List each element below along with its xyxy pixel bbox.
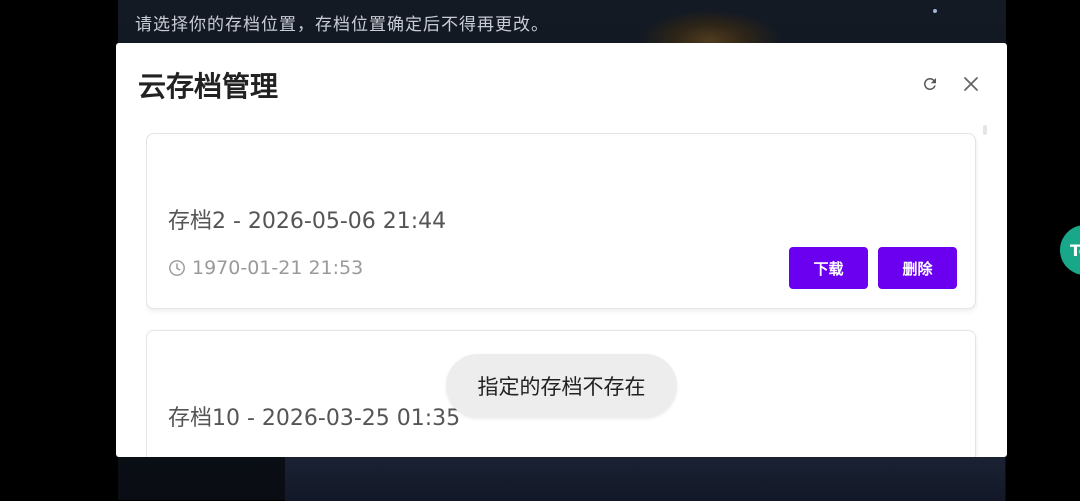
side-floating-widget[interactable]: Tc <box>1060 225 1080 275</box>
refresh-icon[interactable] <box>917 71 943 97</box>
save-time: 1970-01-21 21:53 <box>168 257 363 279</box>
save-title: 存档10 - 2026-03-25 01:35 <box>168 406 461 431</box>
background-bottom-panel <box>285 455 1005 501</box>
save-time-label: 1970-01-21 21:53 <box>192 257 364 279</box>
clock-icon <box>169 260 185 276</box>
download-button[interactable]: 下载 <box>789 247 868 289</box>
close-icon[interactable] <box>958 71 984 97</box>
save-card: 存档2 - 2026-05-06 21:44 1970-01-21 21:53 … <box>146 133 976 309</box>
save-title: 存档2 - 2026-05-06 21:44 <box>168 209 447 234</box>
list-scrollbar[interactable] <box>983 125 987 135</box>
dialog-title: 云存档管理 <box>138 70 279 103</box>
toast-message: 指定的存档不存在 <box>446 354 677 418</box>
delete-button[interactable]: 删除 <box>878 247 957 289</box>
